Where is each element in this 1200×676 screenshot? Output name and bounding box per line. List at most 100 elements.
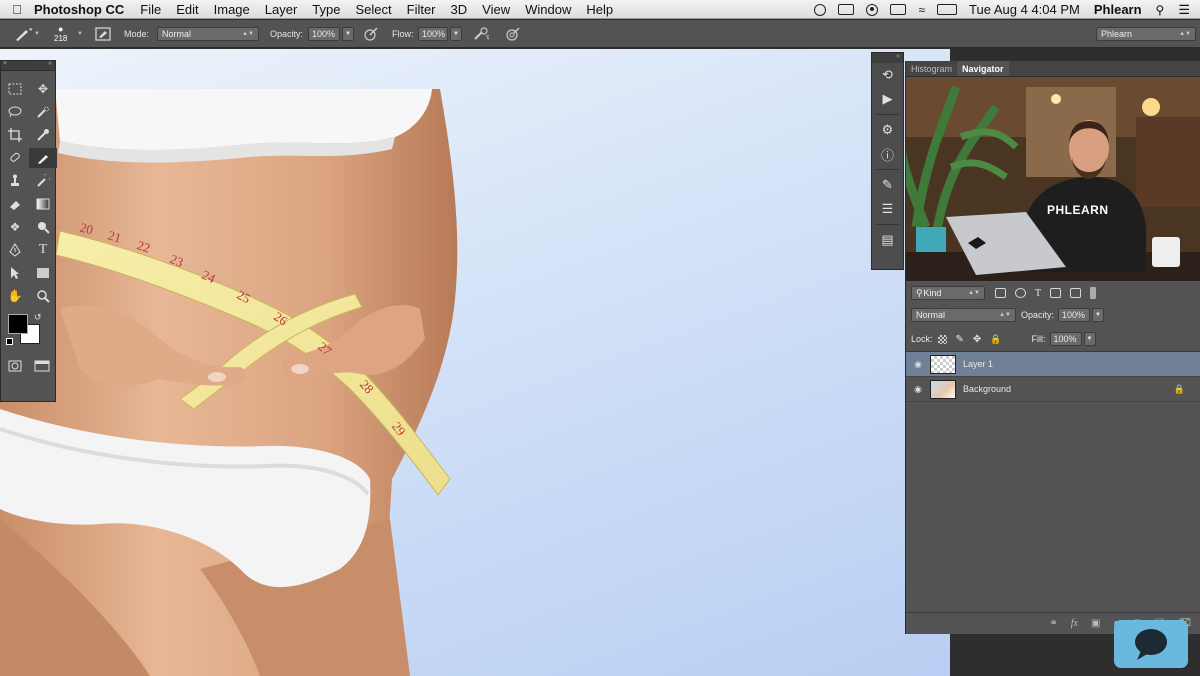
layer-opacity-field[interactable]: 100%: [1058, 308, 1091, 322]
tool-preset-arrow-icon[interactable]: ▼: [34, 20, 40, 48]
layer-opacity-slider-button[interactable]: ▼: [1092, 308, 1105, 322]
menu-filter[interactable]: Filter: [407, 2, 436, 17]
visibility-eye-icon[interactable]: ◉: [906, 359, 930, 370]
airbrush-icon[interactable]: [472, 20, 490, 48]
pressure-opacity-icon[interactable]: [363, 20, 379, 48]
link-layers-icon[interactable]: ⚭: [1049, 618, 1057, 629]
lock-position-icon[interactable]: ✥: [973, 334, 981, 345]
menu-select[interactable]: Select: [355, 2, 391, 17]
battery-icon[interactable]: [937, 4, 958, 15]
move-tool-icon[interactable]: ✥: [29, 79, 57, 99]
brush-tool-icon[interactable]: [29, 148, 57, 168]
tools-panel-header[interactable]: × «: [1, 60, 55, 71]
eyedropper-tool-icon[interactable]: [29, 125, 57, 145]
expand-panels-icon[interactable]: »: [872, 53, 903, 63]
crop-tool-icon[interactable]: [1, 125, 29, 145]
menu-layer[interactable]: Layer: [265, 2, 298, 17]
brush-tool-icon[interactable]: [14, 20, 34, 48]
hand-tool-icon[interactable]: ✋: [1, 286, 29, 306]
brush-panel-toggle-icon[interactable]: [95, 20, 111, 48]
brush-picker-arrow-icon[interactable]: ▼: [77, 20, 83, 48]
filter-pixel-icon[interactable]: [995, 288, 1006, 298]
lasso-tool-icon[interactable]: [1, 102, 29, 122]
lock-pixels-icon[interactable]: ✎: [956, 334, 964, 345]
document-canvas[interactable]: 20 21 22 23 24 25 26 27 28 29: [0, 49, 950, 676]
fill-slider-button[interactable]: ▼: [1083, 332, 1096, 346]
history-panel-icon[interactable]: ⟲: [872, 63, 903, 87]
layer-style-icon[interactable]: fx: [1071, 618, 1078, 629]
blend-mode-select[interactable]: Normal ▲▼: [911, 308, 1016, 322]
apple-icon[interactable]: : [0, 2, 34, 17]
eraser-tool-icon[interactable]: [1, 194, 29, 214]
menu-3d[interactable]: 3D: [451, 2, 468, 17]
screen-mode-icon[interactable]: [32, 356, 52, 376]
notification-center-icon[interactable]: ☰: [1178, 2, 1190, 18]
pressure-size-icon[interactable]: [505, 20, 521, 48]
clone-stamp-tool-icon[interactable]: [1, 171, 29, 191]
blur-tool-icon[interactable]: ❖: [1, 217, 29, 237]
visibility-eye-icon[interactable]: ◉: [906, 384, 930, 395]
rectangle-tool-icon[interactable]: [29, 263, 57, 283]
lock-transparency-icon[interactable]: [937, 334, 947, 344]
menu-help[interactable]: Help: [586, 2, 613, 17]
wifi-icon[interactable]: ≈: [918, 3, 925, 17]
info-panel-icon[interactable]: ⓘ: [872, 142, 903, 166]
filter-shape-icon[interactable]: [1050, 288, 1062, 298]
quick-selection-tool-icon[interactable]: [29, 102, 57, 122]
gradient-tool-icon[interactable]: [29, 194, 57, 214]
add-mask-icon[interactable]: ▣: [1091, 618, 1100, 629]
menu-edit[interactable]: Edit: [176, 2, 198, 17]
screen-icon[interactable]: [838, 4, 855, 15]
filter-adjustment-icon[interactable]: [1015, 288, 1026, 298]
collapse-icon[interactable]: «: [48, 60, 52, 67]
fill-field[interactable]: 100%: [1049, 332, 1082, 346]
menu-type[interactable]: Type: [312, 2, 340, 17]
swap-colors-icon[interactable]: ↺: [34, 312, 42, 323]
brush-size-picker[interactable]: ● 218: [54, 20, 67, 48]
creative-cloud-icon[interactable]: [814, 3, 827, 16]
flow-field[interactable]: 100%: [418, 27, 448, 41]
user-menu[interactable]: Phlearn: [1094, 2, 1142, 17]
workspace-switcher[interactable]: Phlearn ▲▼: [1096, 27, 1196, 41]
lock-all-icon[interactable]: 🔒: [990, 334, 1001, 345]
quick-mask-icon[interactable]: [5, 356, 25, 376]
type-tool-icon[interactable]: T: [29, 240, 57, 260]
menu-image[interactable]: Image: [214, 2, 250, 17]
dodge-tool-icon[interactable]: [29, 217, 57, 237]
airplay-icon[interactable]: [890, 4, 907, 15]
healing-brush-tool-icon[interactable]: [1, 148, 29, 168]
marquee-tool-icon[interactable]: [1, 79, 29, 99]
pen-tool-icon[interactable]: [1, 240, 29, 260]
properties-panel-icon[interactable]: ☰: [872, 197, 903, 221]
actions-panel-icon[interactable]: ▶: [872, 87, 903, 111]
filter-smart-object-icon[interactable]: [1070, 288, 1082, 298]
filter-toggle-icon[interactable]: [1090, 287, 1097, 299]
opacity-slider-button[interactable]: ▼: [342, 27, 354, 41]
chat-bubble-button[interactable]: [1114, 620, 1188, 668]
menu-window[interactable]: Window: [525, 2, 571, 17]
spotlight-icon[interactable]: ⚲: [1156, 3, 1165, 17]
menu-file[interactable]: File: [140, 2, 161, 17]
close-icon[interactable]: ×: [3, 60, 7, 67]
clone-source-panel-icon[interactable]: ▤: [872, 228, 903, 252]
default-colors-icon[interactable]: [6, 338, 13, 345]
tab-navigator[interactable]: Navigator: [957, 61, 1009, 76]
layer-row-background[interactable]: ◉ Background 🔒: [906, 377, 1200, 402]
zoom-tool-icon[interactable]: [29, 286, 57, 306]
adjustments-panel-icon[interactable]: ⚙: [872, 118, 903, 142]
clock[interactable]: Tue Aug 4 4:04 PM: [969, 2, 1080, 17]
menu-view[interactable]: View: [482, 2, 510, 17]
brush-presets-panel-icon[interactable]: ✎: [872, 173, 903, 197]
opacity-field[interactable]: 100%: [308, 27, 340, 41]
mode-select[interactable]: Normal ▲▼: [157, 27, 259, 41]
record-icon[interactable]: [866, 3, 879, 16]
path-selection-tool-icon[interactable]: [1, 263, 29, 283]
tab-histogram[interactable]: Histogram: [906, 61, 957, 76]
layer-filter-select[interactable]: ⚲ Kind ▲▼: [911, 286, 985, 300]
foreground-color-swatch[interactable]: [8, 314, 28, 334]
history-brush-tool-icon[interactable]: [29, 171, 57, 191]
filter-type-icon[interactable]: T: [1035, 288, 1041, 299]
layer-row-layer-1[interactable]: ◉ Layer 1: [906, 352, 1200, 377]
app-menu[interactable]: Photoshop CC: [34, 2, 124, 17]
flow-slider-button[interactable]: ▼: [450, 27, 462, 41]
